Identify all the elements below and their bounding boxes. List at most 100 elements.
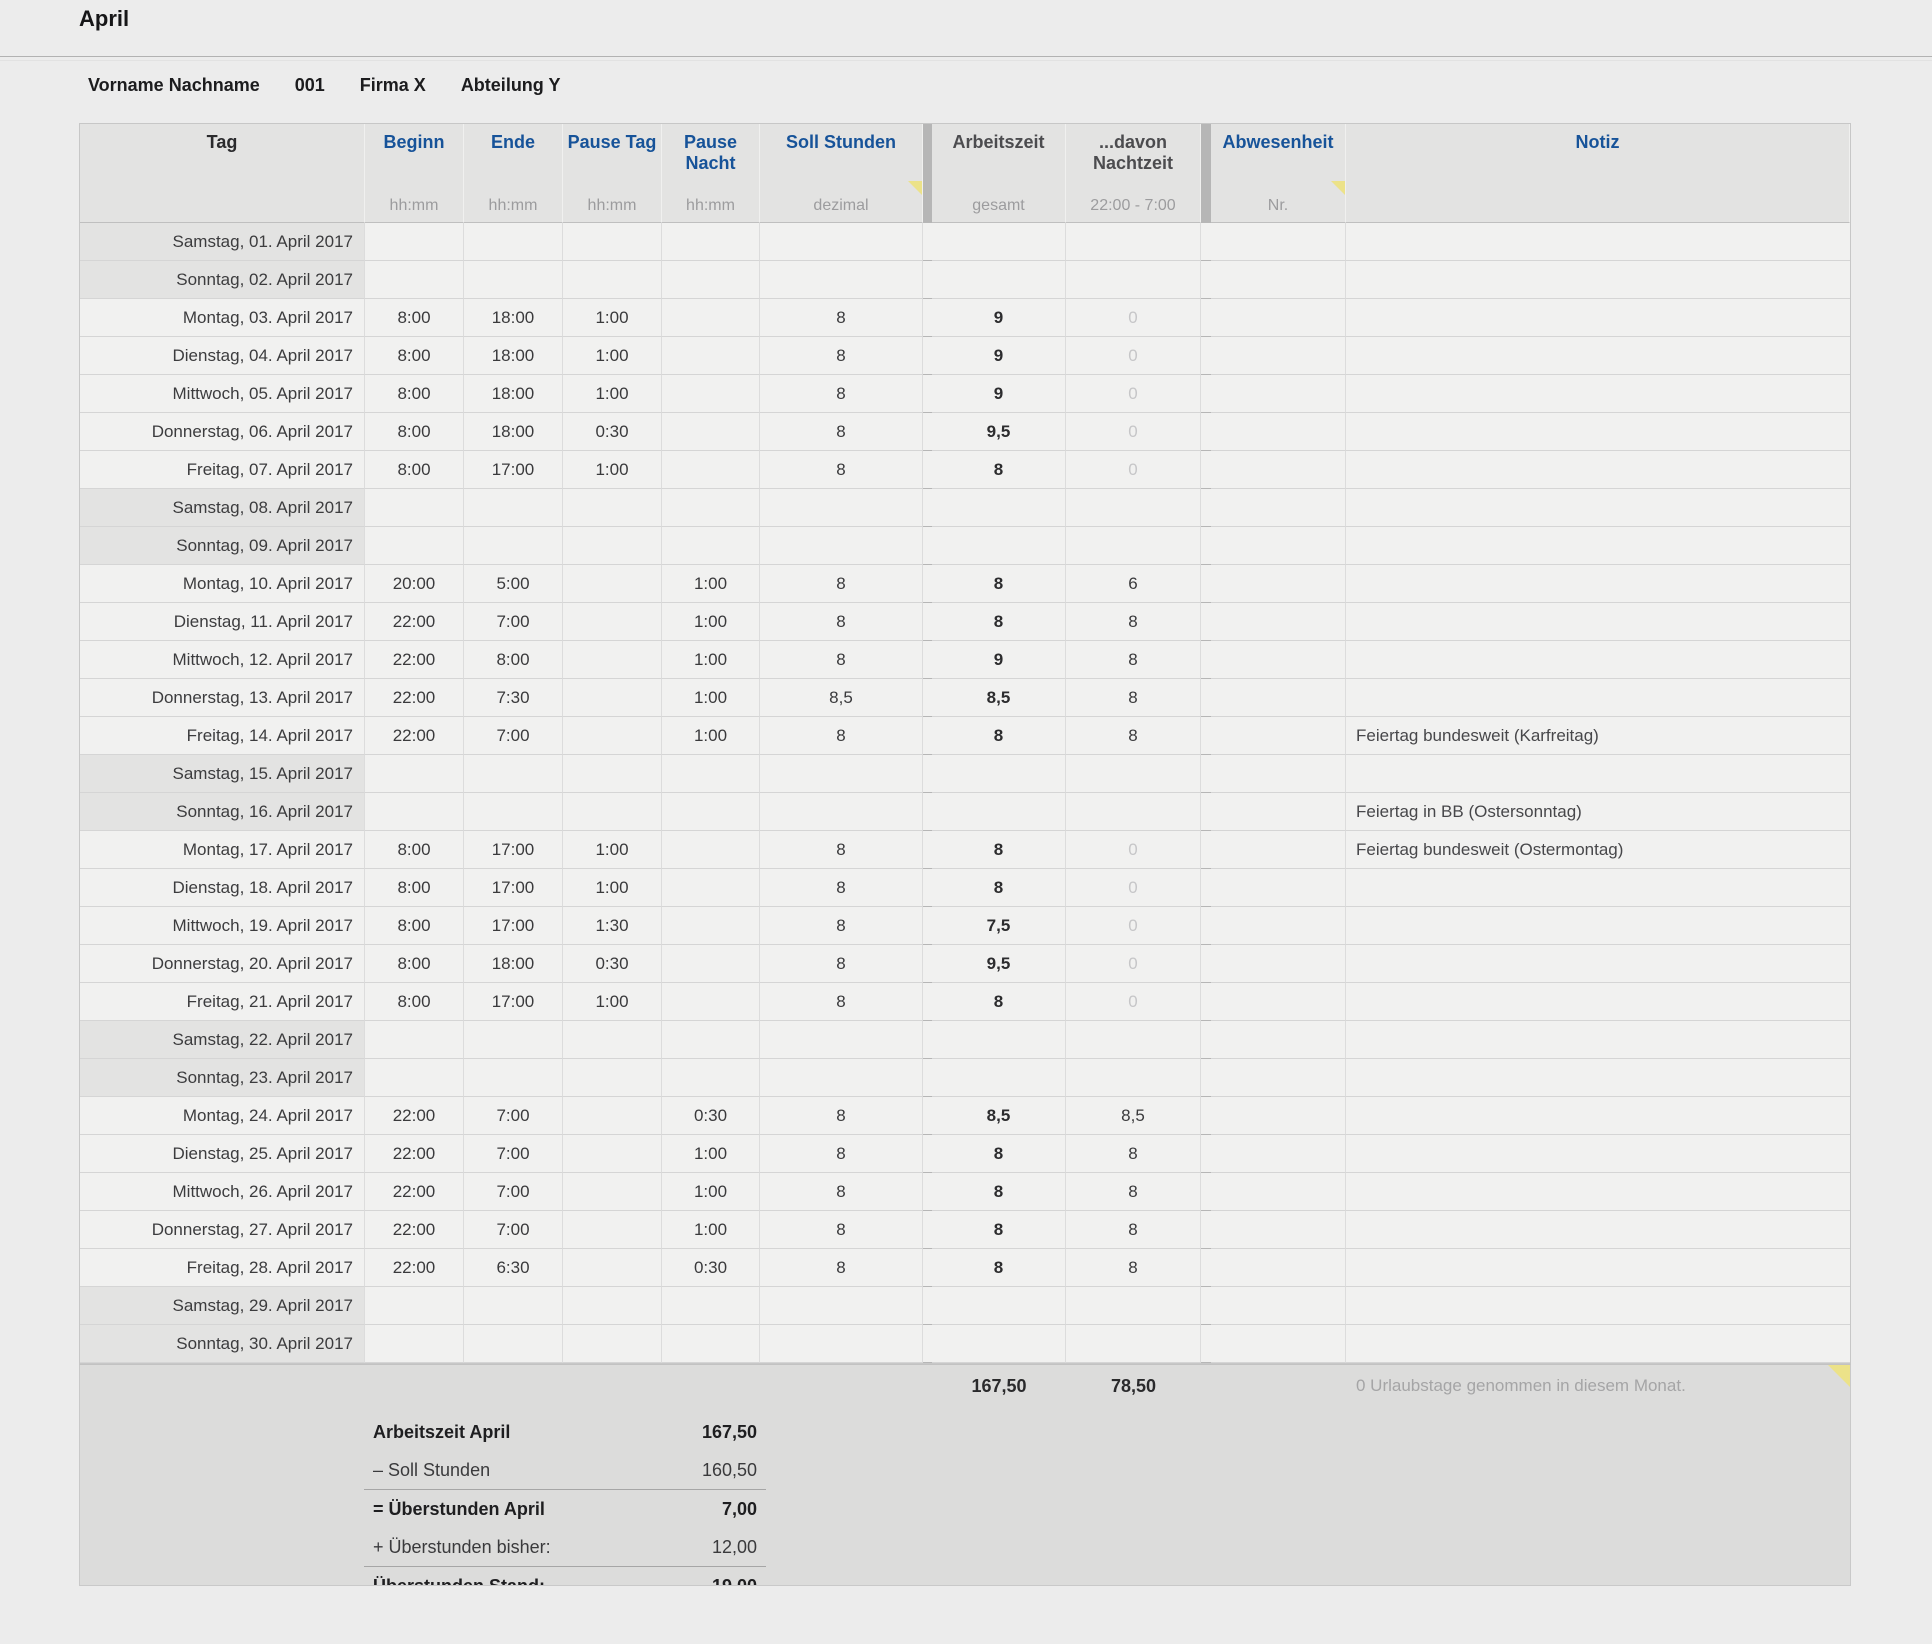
cell-abwesenheit[interactable]	[1211, 869, 1346, 907]
cell-pause-nacht[interactable]	[662, 261, 760, 299]
cell-ende[interactable]: 7:00	[464, 1211, 563, 1249]
cell-abwesenheit[interactable]	[1211, 831, 1346, 869]
cell-beginn[interactable]: 22:00	[365, 1135, 464, 1173]
cell-abwesenheit[interactable]	[1211, 983, 1346, 1021]
cell-ende[interactable]: 7:00	[464, 717, 563, 755]
cell-pause-tag[interactable]	[563, 1173, 662, 1211]
cell-pause-nacht[interactable]	[662, 375, 760, 413]
cell-ende[interactable]: 8:00	[464, 641, 563, 679]
cell-pause-tag[interactable]: 0:30	[563, 945, 662, 983]
cell-ende[interactable]: 7:00	[464, 1135, 563, 1173]
cell-notiz[interactable]	[1346, 1211, 1850, 1249]
cell-notiz[interactable]	[1346, 679, 1850, 717]
cell-pause-nacht[interactable]: 1:00	[662, 1173, 760, 1211]
cell-abwesenheit[interactable]	[1211, 1097, 1346, 1135]
employee-number-cell[interactable]: 001	[295, 75, 325, 96]
cell-pause-nacht[interactable]	[662, 1287, 760, 1325]
cell-ende[interactable]: 7:00	[464, 1173, 563, 1211]
cell-ende[interactable]: 17:00	[464, 869, 563, 907]
cell-notiz[interactable]	[1346, 603, 1850, 641]
cell-pause-tag[interactable]	[563, 717, 662, 755]
cell-pause-nacht[interactable]	[662, 983, 760, 1021]
cell-pause-tag[interactable]	[563, 489, 662, 527]
cell-abwesenheit[interactable]	[1211, 451, 1346, 489]
cell-pause-nacht[interactable]: 1:00	[662, 1211, 760, 1249]
cell-pause-tag[interactable]	[563, 603, 662, 641]
cell-notiz[interactable]: Feiertag in BB (Ostersonntag)	[1346, 793, 1850, 831]
cell-notiz[interactable]	[1346, 451, 1850, 489]
cell-pause-nacht[interactable]	[662, 527, 760, 565]
cell-abwesenheit[interactable]	[1211, 641, 1346, 679]
cell-pause-nacht[interactable]	[662, 299, 760, 337]
cell-ende[interactable]: 18:00	[464, 945, 563, 983]
employee-company-cell[interactable]: Firma X	[360, 75, 426, 96]
cell-pause-tag[interactable]	[563, 1021, 662, 1059]
cell-pause-nacht[interactable]: 1:00	[662, 1135, 760, 1173]
cell-pause-tag[interactable]	[563, 223, 662, 261]
cell-ende[interactable]: 7:30	[464, 679, 563, 717]
cell-abwesenheit[interactable]	[1211, 223, 1346, 261]
cell-ende[interactable]: 17:00	[464, 983, 563, 1021]
cell-abwesenheit[interactable]	[1211, 603, 1346, 641]
cell-pause-nacht[interactable]: 1:00	[662, 679, 760, 717]
cell-notiz[interactable]	[1346, 299, 1850, 337]
cell-ende[interactable]: 17:00	[464, 831, 563, 869]
cell-ende[interactable]: 18:00	[464, 299, 563, 337]
cell-beginn[interactable]: 8:00	[365, 945, 464, 983]
cell-abwesenheit[interactable]	[1211, 1249, 1346, 1287]
cell-beginn[interactable]: 22:00	[365, 1249, 464, 1287]
cell-notiz[interactable]	[1346, 337, 1850, 375]
cell-pause-nacht[interactable]	[662, 413, 760, 451]
cell-pause-nacht[interactable]	[662, 831, 760, 869]
cell-notiz[interactable]	[1346, 945, 1850, 983]
cell-beginn[interactable]: 22:00	[365, 603, 464, 641]
cell-abwesenheit[interactable]	[1211, 299, 1346, 337]
cell-ende[interactable]: 6:30	[464, 1249, 563, 1287]
cell-beginn[interactable]: 22:00	[365, 641, 464, 679]
cell-pause-tag[interactable]	[563, 1287, 662, 1325]
cell-notiz[interactable]	[1346, 755, 1850, 793]
cell-pause-tag[interactable]: 1:00	[563, 375, 662, 413]
cell-ende[interactable]	[464, 793, 563, 831]
cell-beginn[interactable]: 22:00	[365, 1211, 464, 1249]
cell-ende[interactable]	[464, 1287, 563, 1325]
cell-beginn[interactable]: 22:00	[365, 1173, 464, 1211]
cell-beginn[interactable]: 22:00	[365, 1097, 464, 1135]
cell-notiz[interactable]	[1346, 413, 1850, 451]
cell-notiz[interactable]	[1346, 1059, 1850, 1097]
cell-ende[interactable]	[464, 1059, 563, 1097]
cell-ende[interactable]	[464, 223, 563, 261]
cell-notiz[interactable]	[1346, 1249, 1850, 1287]
cell-notiz[interactable]	[1346, 1173, 1850, 1211]
cell-beginn[interactable]: 8:00	[365, 375, 464, 413]
cell-beginn[interactable]	[365, 1059, 464, 1097]
cell-notiz[interactable]	[1346, 1021, 1850, 1059]
cell-ende[interactable]: 7:00	[464, 603, 563, 641]
cell-beginn[interactable]: 22:00	[365, 679, 464, 717]
cell-abwesenheit[interactable]	[1211, 1173, 1346, 1211]
cell-abwesenheit[interactable]	[1211, 1211, 1346, 1249]
cell-pause-tag[interactable]	[563, 1135, 662, 1173]
cell-ende[interactable]: 5:00	[464, 565, 563, 603]
cell-pause-tag[interactable]: 0:30	[563, 413, 662, 451]
cell-ende[interactable]: 7:00	[464, 1097, 563, 1135]
cell-abwesenheit[interactable]	[1211, 375, 1346, 413]
cell-pause-nacht[interactable]	[662, 1021, 760, 1059]
cell-notiz[interactable]	[1346, 375, 1850, 413]
cell-pause-tag[interactable]	[563, 1211, 662, 1249]
cell-notiz[interactable]	[1346, 527, 1850, 565]
cell-beginn[interactable]: 22:00	[365, 717, 464, 755]
cell-beginn[interactable]	[365, 755, 464, 793]
cell-pause-nacht[interactable]	[662, 337, 760, 375]
cell-beginn[interactable]: 8:00	[365, 983, 464, 1021]
cell-beginn[interactable]	[365, 793, 464, 831]
cell-pause-tag[interactable]	[563, 679, 662, 717]
cell-beginn[interactable]: 8:00	[365, 451, 464, 489]
cell-notiz[interactable]	[1346, 1325, 1850, 1363]
cell-pause-nacht[interactable]	[662, 793, 760, 831]
cell-ende[interactable]: 18:00	[464, 337, 563, 375]
cell-beginn[interactable]: 8:00	[365, 337, 464, 375]
cell-pause-nacht[interactable]	[662, 1059, 760, 1097]
cell-pause-nacht[interactable]: 1:00	[662, 717, 760, 755]
cell-notiz[interactable]	[1346, 983, 1850, 1021]
